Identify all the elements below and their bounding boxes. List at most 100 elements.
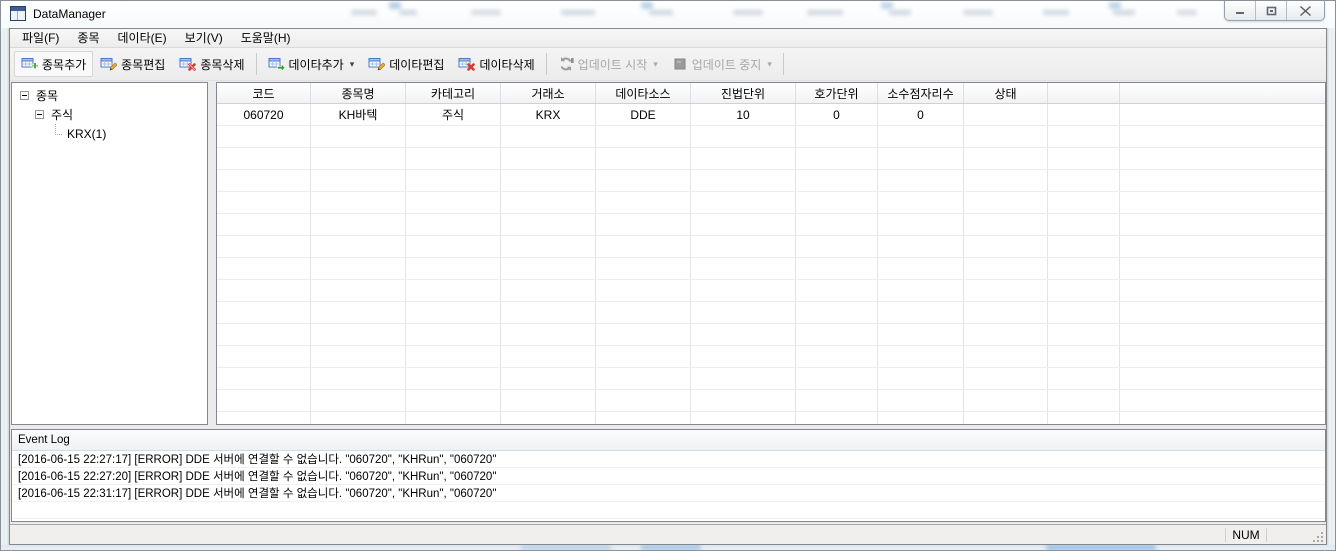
menu-item-3[interactable]: 보기(V)	[176, 30, 232, 47]
data-add-button[interactable]: 데이타추가▾	[261, 51, 362, 77]
data-edit-button[interactable]: 데이타편집	[361, 51, 451, 77]
table-row-empty	[217, 302, 1325, 324]
table-cell[interactable]: 0	[796, 104, 878, 125]
data-delete-button[interactable]: 데이타삭제	[451, 51, 541, 77]
table-edit-button[interactable]: 종목편집	[93, 51, 172, 77]
restore-button[interactable]	[1256, 1, 1287, 20]
column-header-3[interactable]: 거래소	[501, 83, 596, 103]
table-cell[interactable]: KRX	[501, 104, 596, 125]
column-header-1[interactable]: 종목명	[311, 83, 406, 103]
table-cell	[878, 302, 964, 323]
table-cell	[311, 170, 406, 191]
tree-item-krx1[interactable]: KRX(1)	[12, 124, 207, 143]
table-cell	[878, 170, 964, 191]
toolbar-button-label: 데이타삭제	[479, 56, 534, 73]
table-cell-filler	[1048, 390, 1120, 411]
table-cell-rest	[1120, 170, 1325, 191]
tree-collapse-icon[interactable]	[35, 110, 44, 119]
column-header-0[interactable]: 코드	[217, 83, 311, 103]
toolbar-button-label: 업데이트 시작	[578, 56, 648, 73]
table-cell-rest	[1120, 302, 1325, 323]
close-button[interactable]	[1287, 1, 1324, 20]
table-cell	[406, 368, 501, 389]
table-cell	[878, 390, 964, 411]
dropdown-icon[interactable]: ▾	[350, 59, 355, 70]
dropdown-icon[interactable]: ▾	[767, 59, 772, 70]
tree-item-label[interactable]: 종목	[34, 87, 60, 104]
column-header-6[interactable]: 호가단위	[796, 83, 878, 103]
table-cell	[217, 192, 311, 213]
tree-item-label[interactable]: KRX(1)	[65, 127, 108, 141]
table-cell	[501, 412, 596, 424]
resize-grip-icon[interactable]	[1311, 530, 1325, 544]
column-header-8[interactable]: 상태	[964, 83, 1048, 103]
update-start-button[interactable]: 업데이트 시작 ▾	[551, 51, 665, 77]
column-header-5[interactable]: 진법단위	[691, 83, 796, 103]
column-header-rest	[1120, 83, 1325, 103]
tree-collapse-icon[interactable]	[20, 91, 29, 100]
table-cell	[501, 368, 596, 389]
tree-item-label[interactable]: 주식	[49, 106, 75, 123]
table-cell-rest	[1120, 258, 1325, 279]
tree-item-[interactable]: 종목	[12, 86, 207, 105]
table-cell[interactable]: 060720	[217, 104, 311, 125]
app-icon[interactable]	[10, 6, 26, 21]
symbol-tree-panel: 종목주식 KRX(1)	[11, 82, 208, 425]
table-cell-filler	[1048, 236, 1120, 257]
table-cell[interactable]: KH바텍	[311, 104, 406, 125]
toolbar-button-label: 종목삭제	[200, 56, 244, 73]
table-cell[interactable]	[964, 104, 1048, 125]
column-header-4[interactable]: 데이타소스	[596, 83, 691, 103]
table-delete-button[interactable]: 종목삭제	[172, 51, 251, 77]
column-header-2[interactable]: 카테고리	[406, 83, 501, 103]
table-cell	[217, 148, 311, 169]
table-cell	[501, 302, 596, 323]
menu-item-0[interactable]: 파일(F)	[13, 30, 68, 47]
toolbar-button-label: 종목편집	[121, 56, 165, 73]
table-cell	[217, 324, 311, 345]
tree-item-[interactable]: 주식	[12, 105, 207, 124]
table-cell[interactable]: 주식	[406, 104, 501, 125]
table-cell	[217, 236, 311, 257]
minimize-button[interactable]	[1225, 1, 1256, 20]
table-edit-icon	[100, 56, 117, 72]
menu-item-1[interactable]: 종목	[68, 30, 108, 47]
update-stop-icon	[672, 56, 688, 72]
table-row[interactable]: 060720KH바텍주식KRXDDE1000	[217, 104, 1325, 126]
table-cell	[691, 324, 796, 345]
event-log-entry: [2016-06-15 22:27:17] [ERROR] DDE 서버에 연결…	[12, 451, 1325, 468]
table-cell	[406, 148, 501, 169]
table-cell[interactable]: 0	[878, 104, 964, 125]
menu-item-4[interactable]: 도움말(H)	[232, 30, 300, 47]
table-cell-filler	[1048, 368, 1120, 389]
table-cell	[796, 324, 878, 345]
update-stop-button[interactable]: 업데이트 중지▾	[665, 51, 779, 77]
table-cell[interactable]: DDE	[596, 104, 691, 125]
table-cell	[964, 214, 1048, 235]
table-cell[interactable]: 10	[691, 104, 796, 125]
table-cell	[964, 280, 1048, 301]
table-cell	[596, 170, 691, 191]
table-cell	[311, 390, 406, 411]
num-lock-indicator: NUM	[1226, 528, 1266, 542]
table-cell	[878, 258, 964, 279]
table-cell	[878, 324, 964, 345]
column-header-7[interactable]: 소수점자리수	[878, 83, 964, 103]
table-cell	[311, 346, 406, 367]
table-cell	[406, 390, 501, 411]
table-cell	[964, 258, 1048, 279]
table-cell	[796, 170, 878, 191]
table-cell	[406, 214, 501, 235]
table-add-button[interactable]: 종목추가	[14, 51, 93, 77]
table-cell-filler	[1048, 258, 1120, 279]
menu-item-2[interactable]: 데이타(E)	[109, 30, 176, 47]
table-cell-filler	[1048, 412, 1120, 424]
event-log-panel: Event Log [2016-06-15 22:27:17] [ERROR] …	[11, 429, 1326, 522]
toolbar-separator	[546, 53, 547, 75]
table-cell	[406, 258, 501, 279]
toolbar-button-label: 종목추가	[42, 56, 86, 73]
table-cell	[311, 302, 406, 323]
table-cell	[796, 148, 878, 169]
window-border-bottom	[1, 545, 1335, 550]
dropdown-icon[interactable]: ▾	[653, 59, 658, 70]
